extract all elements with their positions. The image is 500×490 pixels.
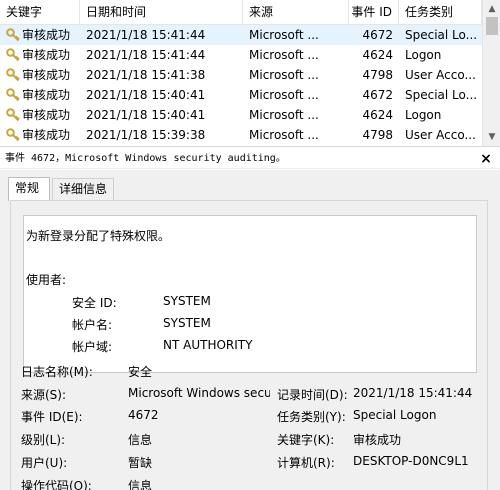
- event-source: Microsoft ...: [249, 108, 319, 122]
- scrollbar-thumb[interactable]: [486, 17, 498, 35]
- task-category-label: 任务类别(Y):: [277, 410, 346, 424]
- event-id: 4672: [362, 88, 393, 102]
- key-icon: [6, 28, 20, 42]
- keywords-label: 关键字(K):: [277, 433, 335, 447]
- event-id: 4798: [362, 128, 393, 142]
- event-datetime: 2021/1/18 15:41:38: [86, 68, 206, 82]
- table-row[interactable]: 审核成功 2021/1/18 15:40:41 Microsoft ... 46…: [0, 105, 482, 125]
- account-domain-label: 帐户域:: [72, 340, 113, 354]
- event-list-header: 关键字 日期和时间 来源 事件 ID 任务类别: [0, 0, 482, 25]
- event-id: 4798: [362, 68, 393, 82]
- event-datetime: 2021/1/18 15:41:44: [86, 28, 206, 42]
- event-detail-pane: 常规 详细信息 为新登录分配了特殊权限。 使用者: 安全 ID: SYSTEM …: [0, 170, 500, 490]
- table-row[interactable]: 审核成功 2021/1/18 15:39:38 Microsoft ... 47…: [0, 125, 482, 145]
- event-keyword: 审核成功: [22, 128, 71, 142]
- table-row[interactable]: 审核成功 2021/1/18 15:41:44 Microsoft ... 46…: [0, 45, 482, 65]
- event-source: Microsoft ...: [249, 68, 319, 82]
- key-icon: [6, 88, 20, 102]
- event-id: 4624: [362, 108, 393, 122]
- log-name-value: 安全: [128, 365, 153, 379]
- event-source: Microsoft ...: [249, 88, 319, 102]
- event-source: Microsoft ...: [249, 128, 319, 142]
- event-list[interactable]: 关键字 日期和时间 来源 事件 ID 任务类别 审核成功 2021/1/18 1…: [0, 0, 500, 147]
- column-header-keyword[interactable]: 关键字: [0, 0, 80, 25]
- event-category: Special Lo...: [405, 28, 478, 42]
- account-name-value: SYSTEM: [163, 316, 211, 330]
- logged-label: 记录时间(D):: [277, 388, 348, 402]
- security-id-label: 安全 ID:: [72, 296, 117, 310]
- table-row[interactable]: 审核成功 2021/1/18 15:40:41 Microsoft ... 46…: [0, 85, 482, 105]
- event-category: User Acco...: [405, 128, 476, 142]
- level-value: 信息: [128, 433, 153, 447]
- opcode-label: 操作代码(O):: [21, 479, 92, 490]
- event-keyword: 审核成功: [22, 28, 71, 42]
- event-keyword: 审核成功: [22, 68, 71, 82]
- level-label: 级别(L):: [21, 433, 66, 447]
- computer-label: 计算机(R):: [277, 456, 335, 470]
- event-datetime: 2021/1/18 15:39:38: [86, 128, 206, 142]
- table-row[interactable]: 审核成功 2021/1/18 15:41:38 Microsoft ... 47…: [0, 65, 482, 85]
- user-label: 用户(U):: [21, 456, 68, 470]
- keywords-value: 审核成功: [353, 433, 402, 447]
- event-detail-title: 事件 4672，Microsoft Windows security audit…: [0, 149, 500, 169]
- tab-general[interactable]: 常规: [8, 177, 50, 201]
- subject-label: 使用者:: [26, 273, 67, 287]
- event-description-box[interactable]: 为新登录分配了特殊权限。 使用者: 安全 ID: SYSTEM 帐户名: SYS…: [23, 215, 477, 373]
- table-row[interactable]: 审核成功 2021/1/18 15:41:44 Microsoft ... 46…: [0, 25, 482, 45]
- event-list-scrollbar[interactable]: ▲ ▼: [482, 0, 500, 146]
- scroll-down-arrow-icon[interactable]: ▼: [483, 130, 500, 144]
- event-source: Microsoft ...: [249, 48, 319, 62]
- user-value: 暂缺: [128, 456, 153, 470]
- source-value: Microsoft Windows secur: [128, 386, 270, 400]
- close-icon[interactable]: ×: [479, 149, 493, 169]
- event-category: Logon: [405, 108, 442, 122]
- event-id: 4672: [362, 28, 393, 42]
- event-category: User Acco...: [405, 68, 476, 82]
- log-name-label: 日志名称(M):: [21, 365, 93, 379]
- description-text: 为新登录分配了特殊权限。: [26, 229, 171, 243]
- key-icon: [6, 128, 20, 142]
- event-datetime: 2021/1/18 15:41:44: [86, 48, 206, 62]
- event-id-value: 4672: [128, 408, 159, 422]
- logged-value: 2021/1/18 15:41:44: [353, 386, 473, 400]
- account-name-label: 帐户名:: [72, 318, 113, 332]
- key-icon: [6, 108, 20, 122]
- security-id-value: SYSTEM: [163, 294, 211, 308]
- event-category: Logon: [405, 48, 442, 62]
- account-domain-value: NT AUTHORITY: [163, 338, 253, 352]
- event-id: 4624: [362, 48, 393, 62]
- general-tab-panel: 为新登录分配了特殊权限。 使用者: 安全 ID: SYSTEM 帐户名: SYS…: [10, 200, 488, 490]
- column-header-datetime[interactable]: 日期和时间: [80, 0, 243, 25]
- tab-details[interactable]: 详细信息: [52, 178, 114, 200]
- event-keyword: 审核成功: [22, 88, 71, 102]
- column-header-task-category[interactable]: 任务类别: [399, 0, 482, 25]
- event-category: Special Lo...: [405, 88, 478, 102]
- scroll-up-arrow-icon[interactable]: ▲: [483, 2, 500, 16]
- opcode-value: 信息: [128, 479, 153, 490]
- event-id-label: 事件 ID(E):: [21, 410, 83, 424]
- column-header-source[interactable]: 来源: [243, 0, 349, 25]
- event-datetime: 2021/1/18 15:40:41: [86, 108, 206, 122]
- column-header-event-id[interactable]: 事件 ID: [349, 0, 399, 25]
- key-icon: [6, 68, 20, 82]
- task-category-value: Special Logon: [353, 408, 437, 422]
- computer-value: DESKTOP-D0NC9L1: [353, 454, 469, 468]
- event-keyword: 审核成功: [22, 48, 71, 62]
- event-source: Microsoft ...: [249, 28, 319, 42]
- key-icon: [6, 48, 20, 62]
- event-keyword: 审核成功: [22, 108, 71, 122]
- source-label: 来源(S):: [21, 388, 67, 402]
- event-datetime: 2021/1/18 15:40:41: [86, 88, 206, 102]
